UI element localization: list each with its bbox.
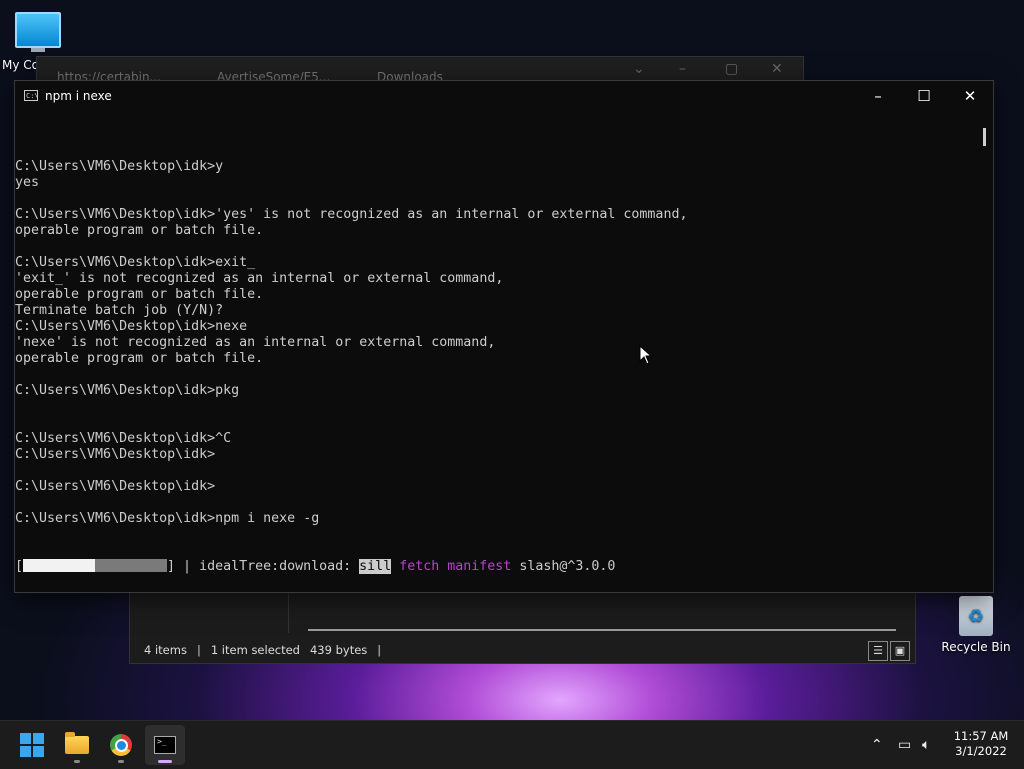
progress-bar-remaining bbox=[95, 559, 168, 572]
clock-date: 3/1/2022 bbox=[955, 744, 1007, 758]
minimize-icon[interactable]: – bbox=[679, 61, 686, 77]
npm-action: fetch bbox=[399, 559, 440, 574]
status-bar: 4 items | 1 item selected 439 bytes | bbox=[144, 643, 382, 657]
system-clock[interactable]: 11:57 AM 3/1/2022 bbox=[950, 729, 1012, 759]
start-button[interactable] bbox=[12, 725, 52, 765]
chrome-icon bbox=[110, 734, 132, 756]
terminal-line: C:\Users\VM6\Desktop\idk>^C bbox=[15, 431, 232, 446]
window-title: npm i nexe bbox=[45, 89, 112, 103]
maximize-button[interactable]: ☐ bbox=[901, 81, 947, 112]
terminal-line: operable program or batch file. bbox=[15, 287, 264, 302]
network-icon[interactable]: ▭ bbox=[898, 721, 911, 769]
status-size: 439 bytes bbox=[309, 643, 368, 657]
volume-icon[interactable]: 🔈︎ bbox=[922, 721, 930, 769]
terminal-line: C:\Users\VM6\Desktop\idk>exit_ bbox=[15, 255, 256, 270]
clock-time: 11:57 AM bbox=[953, 729, 1009, 743]
terminal-line: C:\Users\VM6\Desktop\idk>y bbox=[15, 159, 224, 174]
recycle-bin-icon: ♻ bbox=[959, 596, 993, 636]
progress-bar-filled bbox=[23, 559, 96, 572]
large-icons-view-icon[interactable]: ▣ bbox=[890, 641, 910, 661]
terminal-line: Terminate batch job (Y/N)? bbox=[15, 303, 224, 318]
npm-progress-line: [] | idealTree:download: sill fetch mani… bbox=[15, 559, 616, 574]
terminal-line: operable program or batch file. bbox=[15, 351, 264, 366]
details-view-icon[interactable]: ☰ bbox=[868, 641, 888, 661]
taskbar: >_ ⌃ ▭ 🔈︎ 11:57 AM 3/1/2022 bbox=[0, 720, 1024, 769]
close-icon[interactable]: ✕ bbox=[771, 61, 783, 77]
chevron-down-icon[interactable]: ⌄ bbox=[633, 61, 645, 77]
terminal-icon: >_ bbox=[154, 736, 176, 754]
windows-logo-icon bbox=[20, 733, 44, 757]
taskbar-file-explorer[interactable] bbox=[57, 725, 97, 765]
terminal-output[interactable]: C:\Users\VM6\Desktop\idk>y yes C:\Users\VM… bbox=[15, 127, 975, 587]
terminal-line: C:\Users\VM6\Desktop\idk> bbox=[15, 447, 216, 462]
status-selected: 1 item selected bbox=[210, 643, 300, 657]
terminal-line: operable program or batch file. bbox=[15, 223, 264, 238]
vertical-scrollbar-thumb[interactable] bbox=[983, 128, 986, 146]
recycle-bin-desktop-icon[interactable]: ♻ Recycle Bin bbox=[940, 596, 1012, 654]
npm-log-level: sill bbox=[359, 559, 392, 574]
background-file-explorer-window[interactable]: 4 items | 1 item selected 439 bytes | ☰ … bbox=[129, 588, 916, 664]
horizontal-scrollbar[interactable] bbox=[308, 629, 896, 631]
terminal-line: 'exit_' is not recognized as an internal… bbox=[15, 271, 504, 286]
title-bar[interactable]: C:\ npm i nexe – ☐ ✕ bbox=[15, 81, 993, 112]
cmd-icon: C:\ bbox=[24, 90, 39, 101]
terminal-line: yes bbox=[15, 175, 40, 190]
maximize-icon[interactable]: ▢ bbox=[725, 61, 738, 77]
terminal-line: 'nexe' is not recognized as an internal … bbox=[15, 335, 496, 350]
taskbar-chrome[interactable] bbox=[101, 725, 141, 765]
recycle-bin-label: Recycle Bin bbox=[941, 640, 1011, 654]
terminal-line: C:\Users\VM6\Desktop\idk>nexe bbox=[15, 319, 248, 334]
status-item-count: 4 items bbox=[144, 643, 187, 657]
npm-action-target: manifest bbox=[447, 559, 512, 574]
terminal-line: C:\Users\VM6\Desktop\idk>'yes' is not re… bbox=[15, 207, 688, 222]
terminal-line: C:\Users\VM6\Desktop\idk>npm i nexe -g bbox=[15, 511, 320, 526]
close-button[interactable]: ✕ bbox=[947, 81, 993, 112]
command-prompt-window[interactable]: C:\ npm i nexe – ☐ ✕ C:\Users\VM6\Deskto… bbox=[14, 80, 994, 593]
chevron-up-icon[interactable]: ⌃ bbox=[871, 721, 883, 769]
taskbar-command-prompt[interactable]: >_ bbox=[145, 725, 185, 765]
npm-stage: idealTree:download: bbox=[199, 559, 360, 574]
npm-package: slash@^3.0.0 bbox=[519, 559, 616, 574]
folder-icon bbox=[65, 732, 89, 754]
terminal-line: C:\Users\VM6\Desktop\idk> bbox=[15, 479, 216, 494]
terminal-line: C:\Users\VM6\Desktop\idk>pkg bbox=[15, 383, 240, 398]
monitor-icon bbox=[15, 12, 61, 48]
minimize-button[interactable]: – bbox=[855, 81, 901, 112]
mouse-cursor-icon bbox=[639, 345, 653, 365]
